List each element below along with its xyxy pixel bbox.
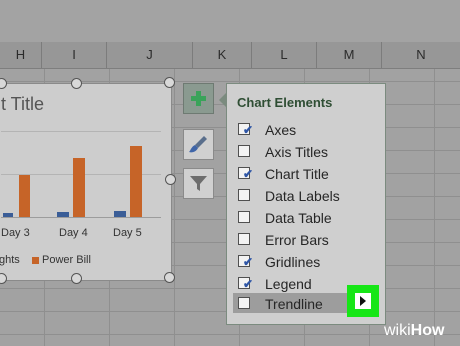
column-header-j[interactable]: J — [107, 42, 193, 68]
chart-area[interactable]: t Title Day 3 Day 4 Day 5 ghts Power Bil… — [0, 83, 172, 281]
chart-element-label: Axes — [265, 122, 297, 138]
checkbox-legend[interactable]: ✔ — [238, 277, 254, 291]
column-header-h[interactable]: H — [0, 42, 42, 68]
trendline-more-options-button[interactable] — [347, 285, 379, 317]
legend-entry-lights: ghts — [0, 254, 20, 266]
checkmark-icon: ✔ — [243, 277, 254, 291]
bar-power-day4[interactable] — [73, 158, 85, 217]
chart-element-axes[interactable]: ✔ Axes — [235, 120, 375, 140]
checkbox-gridlines[interactable]: ✔ — [238, 255, 254, 269]
chart-element-label: Data Labels — [265, 188, 340, 204]
chart-element-label: Data Table — [265, 210, 332, 226]
checkbox-axes[interactable]: ✔ — [238, 123, 254, 137]
arrow-button-face — [355, 293, 371, 309]
panel-title: Chart Elements — [237, 95, 333, 110]
chart-styles-button[interactable] — [183, 129, 214, 160]
ribbon-strip — [0, 0, 460, 42]
legend-entry-power: Power Bill — [42, 254, 91, 266]
checkmark-icon: ✔ — [243, 167, 254, 181]
resize-handle-bottom-middle[interactable] — [71, 273, 82, 284]
resize-handle-bottom-right[interactable] — [164, 272, 175, 283]
chart-element-axis-titles[interactable]: Axis Titles — [235, 142, 375, 162]
checkbox-trendline[interactable] — [238, 297, 250, 309]
chart-element-label: Legend — [265, 276, 312, 292]
checkbox-chart-title[interactable]: ✔ — [238, 167, 254, 181]
x-axis-line — [1, 217, 161, 218]
column-header-l[interactable]: L — [252, 42, 317, 68]
chart-element-gridlines[interactable]: ✔ Gridlines — [235, 252, 375, 272]
chart-element-chart-title[interactable]: ✔ Chart Title — [235, 164, 375, 184]
checkbox-error-bars[interactable] — [238, 233, 250, 245]
checkbox-axis-titles[interactable] — [238, 145, 250, 157]
chart-element-label: Trendline — [265, 296, 323, 312]
column-header-row: H I J K L M N — [0, 42, 460, 69]
bar-lights-day3[interactable] — [3, 213, 13, 217]
resize-handle-top-middle[interactable] — [71, 78, 82, 89]
gridline — [1, 131, 161, 132]
chart-element-data-labels[interactable]: Data Labels — [235, 186, 375, 206]
plus-icon — [191, 91, 206, 106]
chart-element-label: Gridlines — [265, 254, 321, 270]
bar-power-day3[interactable] — [19, 175, 30, 217]
wikihow-watermark: wikiHow — [384, 322, 444, 340]
x-axis-label-day3: Day 3 — [1, 227, 30, 239]
bar-power-day5[interactable] — [130, 146, 142, 217]
checkmark-icon: ✔ — [243, 255, 254, 269]
resize-handle-middle-right[interactable] — [165, 174, 176, 185]
column-header-m[interactable]: M — [317, 42, 382, 68]
x-axis-label-day5: Day 5 — [113, 227, 142, 239]
chart-element-data-table[interactable]: Data Table — [235, 208, 375, 228]
checkbox-data-table[interactable] — [238, 211, 250, 223]
column-header-i[interactable]: I — [42, 42, 107, 68]
chart-element-label: Chart Title — [265, 166, 329, 182]
chart-element-trendline[interactable]: Trendline — [233, 293, 347, 313]
chart-filters-button[interactable] — [183, 168, 214, 199]
chart-element-label: Axis Titles — [265, 144, 329, 160]
column-header-k[interactable]: K — [193, 42, 252, 68]
checkbox-data-labels[interactable] — [238, 189, 250, 201]
chart-element-error-bars[interactable]: Error Bars — [235, 230, 375, 250]
watermark-wiki: wiki — [384, 322, 411, 339]
chevron-right-icon — [360, 296, 366, 306]
paintbrush-icon — [189, 136, 207, 153]
checkmark-icon: ✔ — [243, 123, 254, 137]
watermark-how: How — [410, 322, 445, 339]
filter-icon — [190, 176, 207, 191]
resize-handle-top-right[interactable] — [164, 77, 175, 88]
chart-element-label: Error Bars — [265, 232, 329, 248]
chart-elements-button[interactable] — [183, 83, 214, 114]
chart-title[interactable]: t Title — [1, 94, 44, 115]
column-header-n[interactable]: N — [382, 42, 460, 68]
x-axis-label-day4: Day 4 — [59, 227, 88, 239]
legend-swatch-power — [32, 257, 39, 264]
bar-lights-day4[interactable] — [57, 212, 69, 217]
bar-lights-day5[interactable] — [114, 211, 126, 217]
